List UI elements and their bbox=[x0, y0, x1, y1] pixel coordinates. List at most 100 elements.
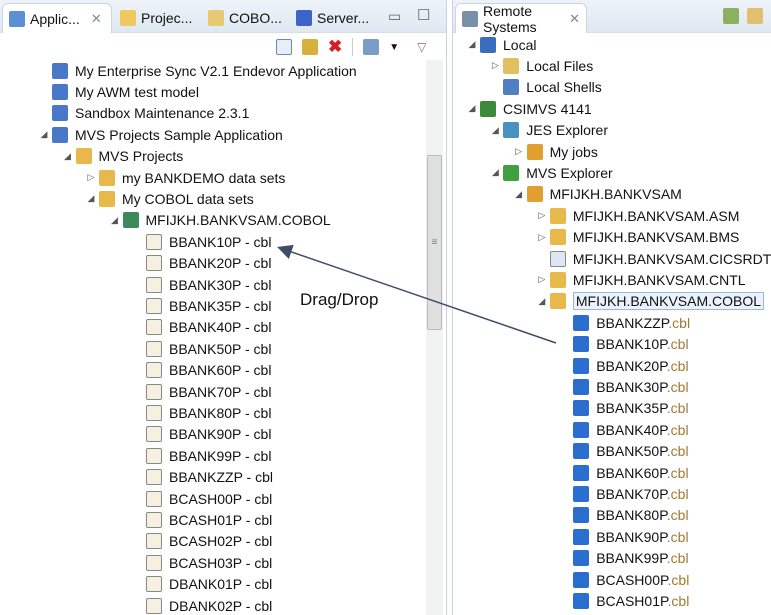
tree-item[interactable]: BBANK99P - cbl bbox=[132, 445, 271, 466]
refresh-icon[interactable] bbox=[747, 8, 763, 24]
tree-item[interactable]: MFIJKH.BANKVSAM.CICSRDT bbox=[536, 248, 771, 269]
tree-item[interactable]: BBANK35P.cbl bbox=[559, 398, 689, 419]
tree-item[interactable]: ◢ MFIJKH.BANKVSAM bbox=[513, 184, 682, 205]
tree-item[interactable]: BCASH00P - cbl bbox=[132, 488, 272, 509]
tree-item[interactable]: BCASH03P - cbl bbox=[132, 552, 272, 573]
collapsed-arrow-icon[interactable]: ▷ bbox=[513, 146, 525, 157]
tree-item[interactable]: BBANK40P.cbl bbox=[559, 419, 689, 440]
file-extension: .cbl bbox=[666, 485, 689, 502]
tree-item[interactable]: ▷ MFIJKH.BANKVSAM.ASM bbox=[536, 205, 739, 226]
tree-item[interactable]: BCASH02P - cbl bbox=[132, 531, 272, 552]
scrollbar[interactable]: ≡ bbox=[426, 60, 443, 615]
close-icon[interactable]: ✕ bbox=[91, 11, 102, 27]
tree-item[interactable]: BBANK10P - cbl bbox=[132, 231, 271, 252]
tree-item[interactable]: DBANK01P - cbl bbox=[132, 574, 272, 595]
tree-item[interactable]: BBANKZZP.cbl bbox=[559, 312, 690, 333]
tree-item[interactable]: BBANK80P.cbl bbox=[559, 505, 689, 526]
tree-item[interactable]: BBANK50P.cbl bbox=[559, 441, 689, 462]
tree-item[interactable]: ◢ JES Explorer bbox=[489, 120, 608, 141]
tree-item[interactable]: BBANK30P.cbl bbox=[559, 376, 689, 397]
tab-remote-systems[interactable]: Remote Systems ✕ bbox=[455, 3, 587, 35]
tree-item[interactable]: ▷ my BANKDEMO data sets bbox=[85, 167, 285, 188]
view-menu-icon[interactable] bbox=[363, 39, 380, 55]
tree-item[interactable]: ▷ My jobs bbox=[513, 141, 598, 162]
tree-item[interactable]: DBANK02P - cbl bbox=[132, 595, 272, 615]
tree-item[interactable]: BCASH01P - cbl bbox=[132, 509, 272, 530]
tab-projects[interactable]: Projec... bbox=[114, 3, 198, 33]
delete-icon[interactable]: ✖ bbox=[328, 37, 342, 57]
file-extension: .cbl bbox=[667, 571, 690, 588]
tree-item-label: Sandbox Maintenance 2.3.1 bbox=[75, 105, 250, 122]
collapsed-arrow-icon[interactable]: ▷ bbox=[536, 232, 548, 243]
tau-icon[interactable] bbox=[302, 39, 318, 55]
tab-application-explorer[interactable]: Applic... ✕ bbox=[2, 3, 112, 33]
expanded-arrow-icon[interactable]: ◢ bbox=[536, 296, 548, 307]
expanded-arrow-icon[interactable]: ◢ bbox=[489, 125, 501, 136]
expanded-arrow-icon[interactable]: ◢ bbox=[62, 151, 74, 162]
tree-item[interactable]: ◢ MVS Projects bbox=[62, 146, 183, 167]
tree-item[interactable]: BBANK10P.cbl bbox=[559, 334, 689, 355]
dropdown-icon[interactable]: ▼ bbox=[389, 42, 399, 53]
tab-servers[interactable]: Server... bbox=[290, 3, 375, 33]
expanded-arrow-icon[interactable]: ◢ bbox=[489, 167, 501, 178]
tree-item[interactable]: BBANKZZP - cbl bbox=[132, 467, 273, 488]
tree-item[interactable]: BBANK99P.cbl bbox=[559, 548, 689, 569]
expanded-arrow-icon[interactable]: ◢ bbox=[109, 215, 121, 226]
expanded-arrow-icon[interactable]: ◢ bbox=[85, 193, 97, 204]
tree-item-label: BBANK90P - cbl bbox=[169, 426, 272, 443]
tree-item[interactable]: BBANK35P - cbl bbox=[132, 295, 271, 316]
tree-item[interactable]: Sandbox Maintenance 2.3.1 bbox=[38, 103, 249, 124]
tree-item[interactable]: ◢ MFIJKH.BANKVSAM.COBOL bbox=[109, 210, 331, 231]
tree-item[interactable]: ◢ My COBOL data sets bbox=[85, 188, 254, 209]
tree-item[interactable]: ◢ CSIMVS 4141 bbox=[466, 98, 592, 119]
tree-item[interactable]: BBANK80P - cbl bbox=[132, 402, 271, 423]
tree-item[interactable]: BBANK70P - cbl bbox=[132, 381, 271, 402]
tree-item[interactable]: BBANK60P.cbl bbox=[559, 462, 689, 483]
member-icon bbox=[573, 571, 590, 588]
tree-item[interactable]: BBANK20P - cbl bbox=[132, 253, 271, 274]
tree-item[interactable]: ▷ Local Files bbox=[489, 55, 593, 76]
minimize-icon[interactable]: ▭ bbox=[388, 8, 401, 25]
tree-item[interactable]: BBANK90P - cbl bbox=[132, 424, 271, 445]
tree-item[interactable]: BBANK90P.cbl bbox=[559, 526, 689, 547]
tree-item[interactable]: ▷ MFIJKH.BANKVSAM.BMS bbox=[536, 227, 739, 248]
tree-item[interactable]: BBANK40P - cbl bbox=[132, 317, 271, 338]
tree-item[interactable]: BBANK50P - cbl bbox=[132, 338, 271, 359]
collapsed-arrow-icon[interactable]: ▷ bbox=[85, 172, 97, 183]
expanded-arrow-icon[interactable]: ◢ bbox=[513, 189, 525, 200]
tree-item[interactable]: ◢ Local bbox=[466, 34, 536, 55]
tree-item[interactable]: BBANK60P - cbl bbox=[132, 360, 271, 381]
view-menu-chevron-icon[interactable]: ▽ bbox=[417, 40, 426, 54]
selected-item[interactable]: MFIJKH.BANKVSAM.COBOL bbox=[572, 292, 765, 311]
collapsed-arrow-icon[interactable]: ▷ bbox=[536, 274, 548, 285]
tab-cobol[interactable]: COBO... bbox=[202, 3, 288, 33]
tree-item[interactable]: ◢ MFIJKH.BANKVSAM.COBOL bbox=[536, 291, 765, 312]
tree-item-label: BBANK20P - cbl bbox=[169, 255, 272, 272]
expanded-arrow-icon[interactable]: ◢ bbox=[466, 103, 478, 114]
close-icon[interactable]: ✕ bbox=[569, 11, 580, 27]
tab-label: COBO... bbox=[229, 10, 282, 26]
tree-item[interactable]: BBANK70P.cbl bbox=[559, 483, 689, 504]
file-icon bbox=[146, 490, 162, 507]
collapse-all-icon[interactable] bbox=[276, 39, 292, 55]
collapsed-arrow-icon[interactable]: ▷ bbox=[489, 60, 501, 71]
tree-item[interactable]: BCASH00P.cbl bbox=[559, 569, 689, 590]
tree-item[interactable]: BCASH01P.cbl bbox=[559, 590, 689, 611]
tree-item[interactable]: ◢ MVS Explorer bbox=[489, 162, 613, 183]
tree-item-label: MFIJKH.BANKVSAM.CNTL bbox=[572, 271, 746, 288]
file-icon bbox=[146, 576, 162, 593]
app-icon bbox=[52, 126, 68, 143]
expanded-arrow-icon[interactable]: ◢ bbox=[466, 39, 478, 50]
new-connection-icon[interactable] bbox=[723, 8, 739, 24]
tree-item[interactable]: ◢ MVS Projects Sample Application bbox=[38, 124, 283, 145]
collapsed-arrow-icon[interactable]: ▷ bbox=[536, 210, 548, 221]
scrollbar-thumb[interactable]: ≡ bbox=[427, 155, 442, 330]
tree-item[interactable]: My AWM test model bbox=[38, 81, 199, 102]
expanded-arrow-icon[interactable]: ◢ bbox=[38, 129, 50, 140]
tree-item[interactable]: BBANK30P - cbl bbox=[132, 274, 271, 295]
tree-item[interactable]: ▷ MFIJKH.BANKVSAM.CNTL bbox=[536, 269, 746, 290]
tree-item[interactable]: Local Shells bbox=[489, 77, 602, 98]
tree-item[interactable]: BBANK20P.cbl bbox=[559, 355, 689, 376]
maximize-icon[interactable]: ☐ bbox=[417, 6, 430, 24]
tree-item[interactable]: My Enterprise Sync V2.1 Endevor Applicat… bbox=[38, 60, 357, 81]
